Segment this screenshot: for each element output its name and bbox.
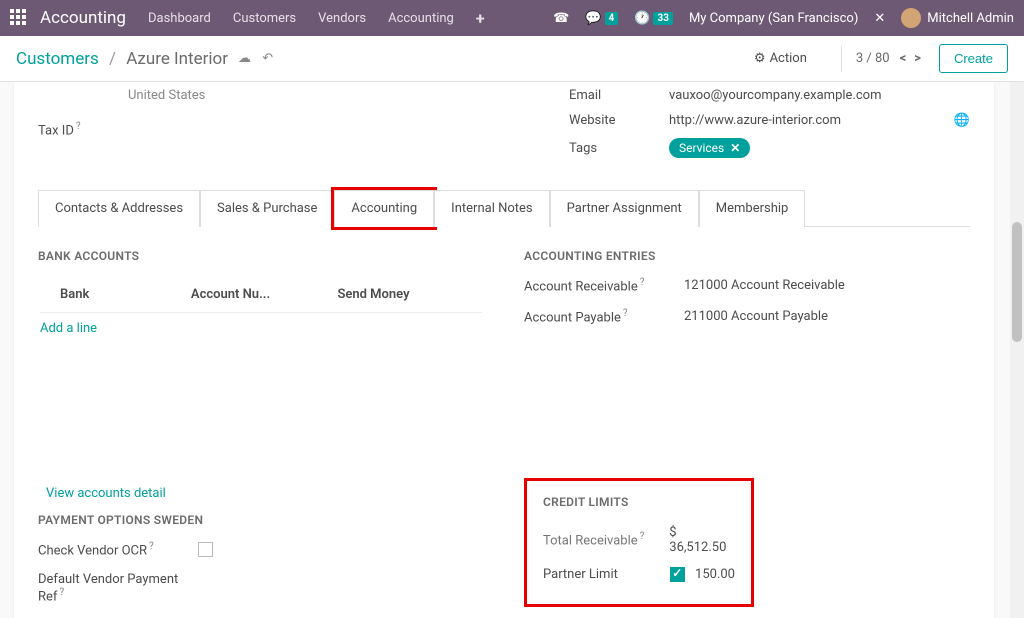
bank-accounts-table: Bank Account Nu... Send Money Add a line: [38, 277, 484, 346]
account-payable-label: Account Payable?: [524, 308, 684, 325]
breadcrumb: Customers / Azure Interior: [16, 49, 228, 69]
website-label: Website: [569, 113, 669, 128]
apps-icon[interactable]: [10, 9, 28, 27]
menu-accounting[interactable]: Accounting: [388, 11, 454, 26]
tab-accounting[interactable]: Accounting: [334, 190, 434, 227]
pager: 3 / 80: [856, 51, 890, 66]
default-vendor-ref-label: Default Vendor Payment Ref?: [38, 572, 198, 604]
credit-limits-highlight: CREDIT LIMITS Total Receivable? $ 36,512…: [524, 478, 754, 607]
clock-badge: 33: [653, 12, 672, 25]
pager-prev[interactable]: <: [896, 51, 911, 66]
phone-icon[interactable]: ☎: [553, 11, 569, 26]
menu-customers[interactable]: Customers: [233, 11, 296, 26]
clock-icon[interactable]: 🕐33: [634, 11, 673, 26]
view-accounts-detail-link[interactable]: View accounts detail: [46, 486, 484, 501]
menu-plus-icon[interactable]: +: [476, 9, 485, 28]
breadcrumb-root[interactable]: Customers: [16, 49, 99, 69]
app-name: Accounting: [40, 8, 126, 28]
email-value[interactable]: vauxoo@yourcompany.example.com: [669, 88, 881, 103]
tab-partner-assignment[interactable]: Partner Assignment: [550, 190, 699, 227]
discard-icon[interactable]: ↶: [262, 51, 273, 66]
bank-accounts-title: BANK ACCOUNTS: [38, 249, 484, 263]
website-value[interactable]: http://www.azure-interior.com: [669, 113, 841, 128]
tools-icon[interactable]: ✕: [874, 11, 885, 26]
tab-membership[interactable]: Membership: [699, 190, 806, 227]
company-switcher[interactable]: My Company (San Francisco): [689, 11, 858, 26]
messages-badge: 4: [605, 12, 619, 25]
gear-icon: ⚙: [754, 51, 766, 66]
account-receivable-label: Account Receivable?: [524, 277, 684, 294]
tags-label: Tags: [569, 141, 669, 156]
tab-sales[interactable]: Sales & Purchase: [200, 190, 334, 227]
partner-limit-value[interactable]: 150.00: [695, 567, 735, 582]
account-receivable-value[interactable]: 121000 Account Receivable: [684, 278, 845, 293]
breadcrumb-current: Azure Interior: [126, 49, 228, 69]
partner-limit-checkbox[interactable]: [670, 567, 685, 582]
total-receivable-label: Total Receivable?: [543, 531, 669, 548]
globe-icon[interactable]: 🌐: [954, 113, 970, 128]
check-vendor-ocr-checkbox[interactable]: [198, 542, 213, 557]
credit-limits-title: CREDIT LIMITS: [543, 495, 735, 509]
user-menu[interactable]: Mitchell Admin: [901, 8, 1014, 28]
menu-dashboard[interactable]: Dashboard: [148, 11, 211, 26]
menu-vendors[interactable]: Vendors: [318, 11, 366, 26]
cloud-upload-icon[interactable]: ☁: [238, 51, 251, 66]
tax-id-label: Tax ID?: [38, 121, 138, 138]
col-bank[interactable]: Bank: [40, 279, 189, 310]
partner-limit-label: Partner Limit: [543, 567, 670, 582]
scrollbar-thumb[interactable]: [1012, 222, 1022, 342]
country-value: United States: [128, 88, 529, 103]
messages-icon[interactable]: 💬4: [585, 11, 618, 26]
account-payable-value[interactable]: 211000 Account Payable: [684, 309, 828, 324]
scrollbar-track[interactable]: [1010, 82, 1024, 618]
user-name: Mitchell Admin: [927, 11, 1014, 26]
email-label: Email: [569, 88, 669, 103]
accounting-entries-title: ACCOUNTING ENTRIES: [524, 249, 970, 263]
total-receivable-value: $ 36,512.50: [669, 525, 735, 555]
payment-options-title: PAYMENT OPTIONS SWEDEN: [38, 513, 484, 527]
pager-next[interactable]: >: [910, 51, 925, 66]
tab-internal-notes[interactable]: Internal Notes: [434, 190, 549, 227]
avatar: [901, 8, 921, 28]
action-menu[interactable]: ⚙Action: [754, 51, 807, 66]
col-account-number[interactable]: Account Nu...: [191, 279, 336, 310]
tab-contacts[interactable]: Contacts & Addresses: [38, 190, 200, 227]
col-send-money[interactable]: Send Money: [337, 279, 482, 310]
create-button[interactable]: Create: [939, 44, 1008, 73]
tag-services[interactable]: Services✕: [669, 138, 750, 158]
tag-remove-icon[interactable]: ✕: [730, 141, 740, 155]
check-vendor-ocr-label: Check Vendor OCR?: [38, 541, 198, 558]
add-line-link[interactable]: Add a line: [40, 312, 482, 344]
